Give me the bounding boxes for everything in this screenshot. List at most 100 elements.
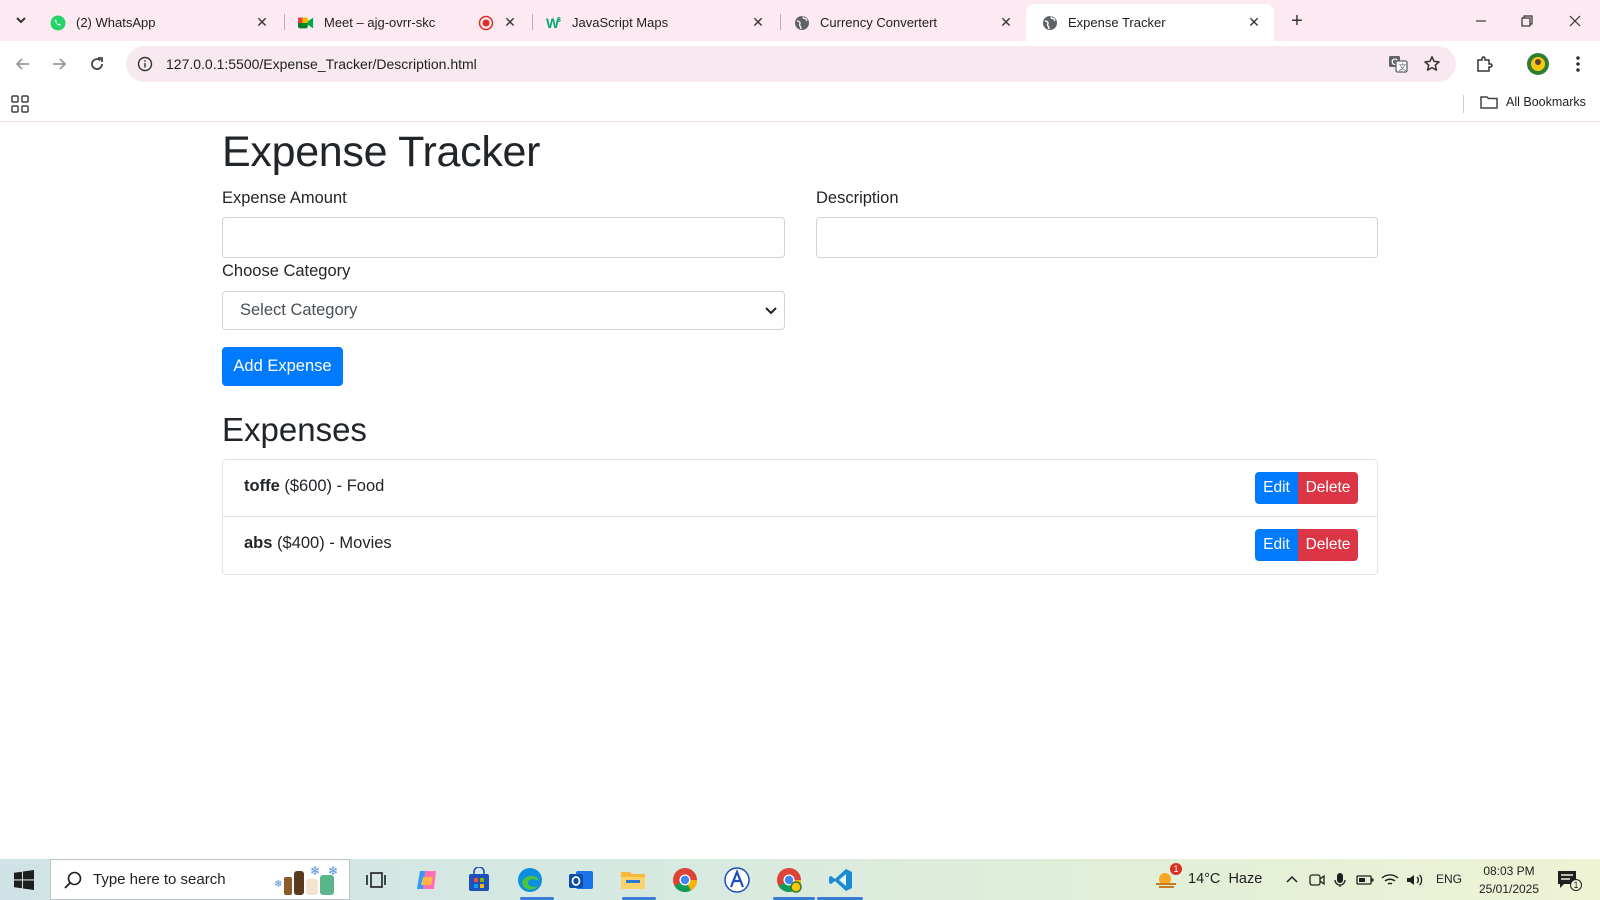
close-tab-icon[interactable]: ✕ [1244,13,1264,33]
expense-name: toffe [244,477,280,495]
chevron-down-icon [16,17,26,24]
task-view-button[interactable] [361,865,391,895]
tab-title: Currency Convertert [820,15,938,30]
expense-amount: ($400) [277,534,325,552]
url-text: 127.0.0.1:5500/Expense_Tracker/Descripti… [166,56,477,72]
back-button[interactable] [8,49,38,79]
close-tab-icon[interactable]: ✕ [748,13,768,33]
language-indicator[interactable]: ENG [1436,872,1462,886]
tab-whatsapp[interactable]: (2) WhatsApp ✕ [34,4,282,41]
chevron-up-icon [1286,875,1298,883]
restore-icon [1521,14,1533,27]
wifi-icon[interactable] [1380,870,1400,890]
avatar-icon [1527,53,1549,75]
store-icon [469,867,489,891]
restore-button[interactable] [1504,0,1550,41]
svg-text:3: 3 [557,17,561,24]
reload-button[interactable] [82,49,112,79]
microphone-icon[interactable] [1330,870,1350,890]
site-info-icon[interactable] [134,53,156,75]
svg-text:❄: ❄ [328,864,338,878]
tab-search-button[interactable] [8,7,34,33]
task-view-icon [366,872,386,888]
close-icon [1569,15,1581,26]
forward-button[interactable] [44,49,74,79]
expense-name: abs [244,534,273,552]
windows-start-icon[interactable] [14,870,34,890]
folder-icon [1480,96,1498,109]
volume-icon[interactable] [1405,870,1425,890]
expense-list: toffe ($600) - Food Edit Delete abs ($40… [222,459,1378,575]
edge-button[interactable] [515,865,545,895]
expense-text: abs ($400) - Movies [244,534,392,553]
outlook-icon [569,871,593,889]
close-tab-icon[interactable]: ✕ [500,13,520,33]
profile-avatar[interactable] [1524,50,1552,78]
a-app-icon [724,867,750,893]
all-bookmarks-label: All Bookmarks [1506,95,1586,109]
browser-menu-button[interactable] [1564,50,1592,78]
search-icon [64,871,82,889]
translate-icon[interactable]: G文 [1386,52,1410,76]
expense-amount-input[interactable] [222,217,785,258]
tab-meet[interactable]: Meet – ajg-ovrr-skc ✕ [282,4,530,41]
page-viewport: Expense Tracker Expense Amount Descripti… [0,123,1600,859]
browser-toolbar: 127.0.0.1:5500/Expense_Tracker/Descripti… [0,41,1600,86]
category-select[interactable]: Select Category [222,291,785,330]
expenses-heading: Expenses [222,411,367,448]
haze-weather-icon: 1 [1154,863,1182,891]
puzzle-icon [1477,56,1493,72]
chrome-profile-button[interactable] [774,865,804,895]
all-bookmarks-button[interactable]: All Bookmarks [1480,95,1586,109]
show-hidden-icons-button[interactable] [1282,870,1302,890]
close-tab-icon[interactable]: ✕ [252,13,272,33]
tab-currency-converter[interactable]: Currency Convertert ✕ [778,4,1026,41]
kebab-menu-icon [1576,56,1580,72]
close-window-button[interactable] [1552,0,1598,41]
notification-center-button[interactable]: 1 [1556,869,1582,891]
outlook-button[interactable] [566,865,596,895]
bookmark-star-icon[interactable] [1420,52,1444,76]
vscode-button[interactable] [826,865,856,895]
delete-button[interactable]: Delete [1298,472,1358,504]
globe-icon [794,15,810,31]
apps-grid-icon[interactable] [10,94,30,114]
chrome-icon [777,868,802,893]
microsoft-store-button[interactable] [464,865,494,895]
description-input[interactable] [816,217,1378,258]
app-a-button[interactable] [722,865,752,895]
copilot-icon [417,871,436,889]
chrome-button[interactable] [670,865,700,895]
delete-button[interactable]: Delete [1298,529,1358,561]
expense-amount: ($600) [284,477,333,495]
arrow-left-icon [15,58,29,70]
add-expense-button[interactable]: Add Expense [222,347,343,386]
tab-javascript-maps[interactable]: W3 JavaScript Maps ✕ [530,4,778,41]
tab-strip: (2) WhatsApp ✕ Meet – ajg-ovrr-skc ✕ W3 … [0,0,1600,41]
svg-text:文: 文 [1399,62,1407,72]
vscode-icon [829,869,852,891]
reload-icon [91,57,103,70]
address-bar[interactable]: 127.0.0.1:5500/Expense_Tracker/Descripti… [126,46,1456,82]
extensions-button[interactable] [1470,50,1498,78]
close-tab-icon[interactable]: ✕ [996,13,1016,33]
arrow-right-icon [53,58,67,70]
file-explorer-button[interactable] [618,865,648,895]
meet-now-icon[interactable] [1307,870,1327,890]
notification-count: 1 [1570,879,1582,891]
chrome-icon [673,868,697,893]
tab-expense-tracker[interactable]: Expense Tracker ✕ [1026,4,1274,41]
description-label: Description [816,189,899,207]
new-tab-button[interactable]: + [1284,8,1310,34]
minimize-button[interactable] [1458,0,1504,41]
battery-icon[interactable] [1355,870,1375,890]
edge-icon [518,868,542,892]
bookmarks-bar: All Bookmarks [0,86,1600,122]
copilot-button[interactable] [412,865,442,895]
edit-button[interactable]: Edit [1255,472,1298,504]
minimize-icon [1476,19,1486,22]
edit-button[interactable]: Edit [1255,529,1298,561]
system-clock[interactable]: 08:03 PM 25/01/2025 [1474,862,1544,898]
weather-widget[interactable]: 1 14°C Haze [1154,863,1262,891]
svg-text:❄: ❄ [274,879,282,890]
